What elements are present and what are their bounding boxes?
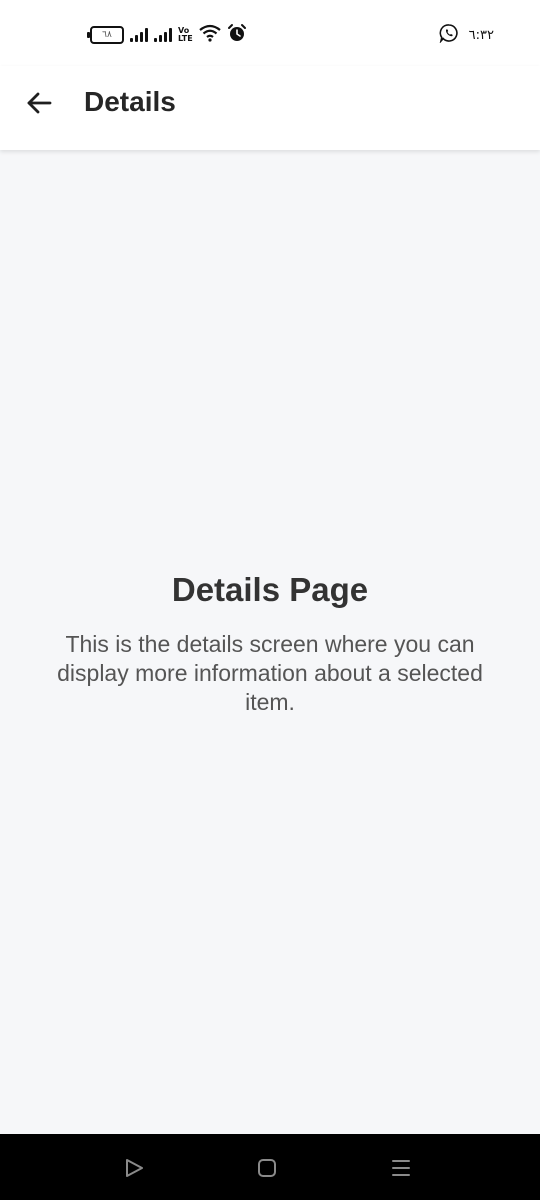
details-content: Details Page This is the details screen … xyxy=(0,150,540,1134)
nav-back-button[interactable] xyxy=(120,1154,148,1182)
recents-nav-icon xyxy=(392,1160,410,1176)
back-nav-icon xyxy=(126,1159,143,1177)
system-nav-bar xyxy=(0,1134,540,1200)
volte-label-bottom: LTE xyxy=(178,34,193,43)
alarm-icon xyxy=(227,23,247,48)
back-button[interactable] xyxy=(22,86,56,120)
battery-icon: ٦٨ xyxy=(87,26,124,44)
arrow-left-icon xyxy=(27,92,52,114)
whatsapp-icon xyxy=(439,23,459,48)
status-icons-right: ٦:٣٢ xyxy=(439,23,494,48)
home-nav-icon xyxy=(258,1159,276,1177)
signal-icon xyxy=(130,28,148,42)
page-description: This is the details screen where you can… xyxy=(57,631,483,715)
wifi-icon xyxy=(199,24,221,47)
nav-recents-button[interactable] xyxy=(387,1154,415,1182)
clock-time: ٦:٣٢ xyxy=(468,27,494,43)
signal-icon xyxy=(154,28,172,42)
nav-home-button[interactable] xyxy=(253,1154,281,1182)
app-bar: Details xyxy=(0,66,540,150)
volte-icon: Vo LTE xyxy=(178,27,193,43)
battery-level: ٦٨ xyxy=(102,29,112,40)
status-icons-left: ٦٨ Vo LTE xyxy=(87,23,247,48)
page-title: Details Page xyxy=(171,571,369,608)
app-bar-title: Details xyxy=(84,86,176,117)
status-bar: ٦٨ Vo LTE ٦:٣٢ xyxy=(0,0,540,66)
